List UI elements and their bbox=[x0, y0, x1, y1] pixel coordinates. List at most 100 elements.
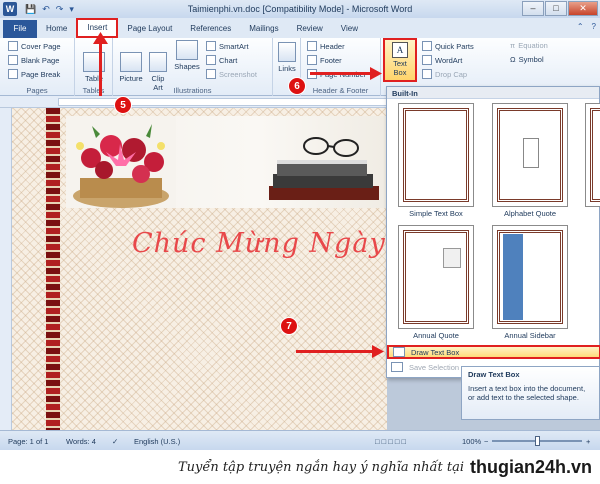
annual-sidebar-preview bbox=[492, 225, 568, 329]
draw-text-box-item[interactable]: Draw Text Box bbox=[387, 345, 600, 359]
decorative-border bbox=[46, 108, 60, 430]
flower-basket-image bbox=[66, 116, 176, 208]
banner-image bbox=[66, 116, 387, 208]
caption-text: Tuyển tập truyện ngắn hay ý nghĩa nhất t… bbox=[177, 459, 464, 475]
minimize-ribbon-icon[interactable]: ⌃ bbox=[577, 22, 584, 31]
tab-mailings[interactable]: Mailings bbox=[240, 20, 287, 38]
arrow-7-line bbox=[296, 350, 376, 353]
gallery-item-simple-text-box[interactable] bbox=[397, 103, 475, 207]
caption-site: thugian24h.vn bbox=[469, 456, 592, 477]
group-label-header-footer: Header & Footer bbox=[312, 86, 369, 95]
zoom-level[interactable]: 100% bbox=[462, 437, 481, 446]
gallery-item-alphabet-quote[interactable] bbox=[491, 103, 569, 207]
annual-quote-label: Annual Quote bbox=[413, 331, 459, 340]
quick-parts-icon bbox=[422, 41, 432, 51]
ribbon-tabs: File Home Insert Page Layout References … bbox=[0, 18, 600, 38]
view-buttons[interactable]: □ □ □ □ □ bbox=[375, 437, 406, 446]
links-button[interactable]: Links bbox=[275, 42, 299, 73]
shapes-button[interactable]: Shapes bbox=[173, 40, 201, 71]
smartart-button[interactable]: SmartArt bbox=[206, 41, 249, 51]
simple-text-box-preview bbox=[398, 103, 474, 207]
gallery-item-annual-sidebar[interactable] bbox=[491, 225, 569, 329]
draw-text-box-tooltip: Draw Text Box Insert a text box into the… bbox=[461, 366, 600, 420]
proofing-icon[interactable]: ✓ bbox=[112, 437, 118, 446]
header-icon bbox=[307, 41, 317, 51]
simple-text-box-label: Simple Text Box bbox=[409, 209, 463, 218]
tab-view[interactable]: View bbox=[332, 20, 367, 38]
tab-home[interactable]: Home bbox=[37, 20, 76, 38]
tab-review[interactable]: Review bbox=[288, 20, 332, 38]
word-count[interactable]: Words: 4 bbox=[66, 437, 96, 446]
save-selection-icon bbox=[391, 362, 403, 372]
ribbon-right-controls: ⌃ ? bbox=[577, 22, 596, 31]
partial-preview bbox=[585, 103, 600, 207]
language-indicator[interactable]: English (U.S.) bbox=[134, 437, 180, 446]
drop-cap-button[interactable]: Drop Cap bbox=[422, 69, 467, 79]
arrow-6-line bbox=[310, 72, 374, 75]
clip-art-icon bbox=[149, 52, 167, 72]
ruler-text-area bbox=[58, 98, 388, 106]
close-button[interactable]: ✕ bbox=[568, 1, 598, 16]
page-break-icon bbox=[8, 69, 18, 79]
chart-icon bbox=[206, 55, 216, 65]
arrow-5-line bbox=[99, 40, 102, 96]
text-box-gallery: Built-In Simple Text Box Alphabet Quote … bbox=[386, 86, 600, 378]
blank-page-icon bbox=[8, 55, 18, 65]
tab-file[interactable]: File bbox=[3, 20, 37, 38]
annual-quote-preview bbox=[398, 225, 474, 329]
quick-parts-button[interactable]: Quick Parts bbox=[422, 41, 474, 51]
group-label-tables: Tables bbox=[82, 86, 105, 95]
window-title: Taimienphi.vn.doc [Compatibility Mode] -… bbox=[187, 4, 413, 14]
vertical-ruler[interactable] bbox=[0, 108, 12, 430]
pi-icon: π bbox=[510, 41, 516, 50]
page-count[interactable]: Page: 1 of 1 bbox=[8, 437, 48, 446]
page-break-button[interactable]: Page Break bbox=[8, 69, 60, 79]
wordart-button[interactable]: WordArt bbox=[422, 55, 462, 65]
document-page[interactable]: Chúc Mừng Ngày bbox=[12, 108, 387, 430]
tab-page-layout[interactable]: Page Layout bbox=[118, 20, 181, 38]
title-bar: W 💾 ↶ ↷ ▾ Taimienphi.vn.doc [Compatibili… bbox=[0, 0, 600, 18]
smartart-icon bbox=[206, 41, 216, 51]
group-illustrations: Picture Clip Art Shapes SmartArt Chart S… bbox=[113, 38, 273, 96]
tooltip-body: Insert a text box into the document, or … bbox=[468, 384, 586, 402]
books-glasses-image bbox=[269, 137, 379, 200]
header-button[interactable]: Header bbox=[307, 41, 345, 51]
arrow-7-head bbox=[372, 345, 384, 358]
picture-button[interactable]: Picture bbox=[117, 52, 145, 83]
blank-page-button[interactable]: Blank Page bbox=[8, 55, 59, 65]
wordart-icon bbox=[422, 55, 432, 65]
gallery-item-partial[interactable] bbox=[585, 103, 600, 207]
gallery-item-annual-quote[interactable] bbox=[397, 225, 475, 329]
alphabet-quote-preview bbox=[492, 103, 568, 207]
greeting-script-text: Chúc Mừng Ngày bbox=[132, 228, 386, 259]
gallery-heading: Built-In bbox=[387, 87, 599, 99]
text-box-icon: A bbox=[392, 42, 408, 58]
chart-button[interactable]: Chart bbox=[206, 55, 237, 65]
drop-cap-icon bbox=[422, 69, 432, 79]
step-5-marker: 5 bbox=[114, 96, 132, 114]
symbol-button[interactable]: Ω Symbol bbox=[510, 55, 544, 64]
footer-button[interactable]: Footer bbox=[307, 55, 342, 65]
equation-button[interactable]: π Equation bbox=[510, 41, 548, 50]
text-box-button[interactable]: A Text Box bbox=[383, 38, 417, 82]
help-icon[interactable]: ? bbox=[592, 22, 596, 31]
links-icon bbox=[278, 42, 296, 62]
tab-references[interactable]: References bbox=[181, 20, 240, 38]
annual-sidebar-label: Annual Sidebar bbox=[504, 331, 556, 340]
zoom-in-icon[interactable]: + bbox=[586, 437, 590, 446]
draw-text-box-icon bbox=[393, 347, 405, 357]
watermark-caption: Tuyển tập truyện ngắn hay ý nghĩa nhất t… bbox=[0, 450, 600, 484]
group-pages: Cover Page Blank Page Page Break Pages bbox=[0, 38, 75, 96]
screenshot-button[interactable]: Screenshot bbox=[206, 69, 257, 79]
arrow-5-head bbox=[93, 32, 108, 44]
zoom-slider-thumb[interactable] bbox=[535, 436, 540, 446]
minimize-button[interactable]: – bbox=[522, 1, 544, 16]
maximize-button[interactable]: □ bbox=[545, 1, 567, 16]
zoom-out-icon[interactable]: − bbox=[484, 437, 488, 446]
picture-icon bbox=[120, 52, 142, 72]
cover-page-button[interactable]: Cover Page bbox=[8, 41, 61, 51]
arrow-6-head bbox=[370, 67, 382, 80]
tooltip-title: Draw Text Box bbox=[468, 370, 520, 379]
step-6-marker: 6 bbox=[288, 77, 306, 95]
table-button[interactable]: Table bbox=[79, 52, 109, 83]
